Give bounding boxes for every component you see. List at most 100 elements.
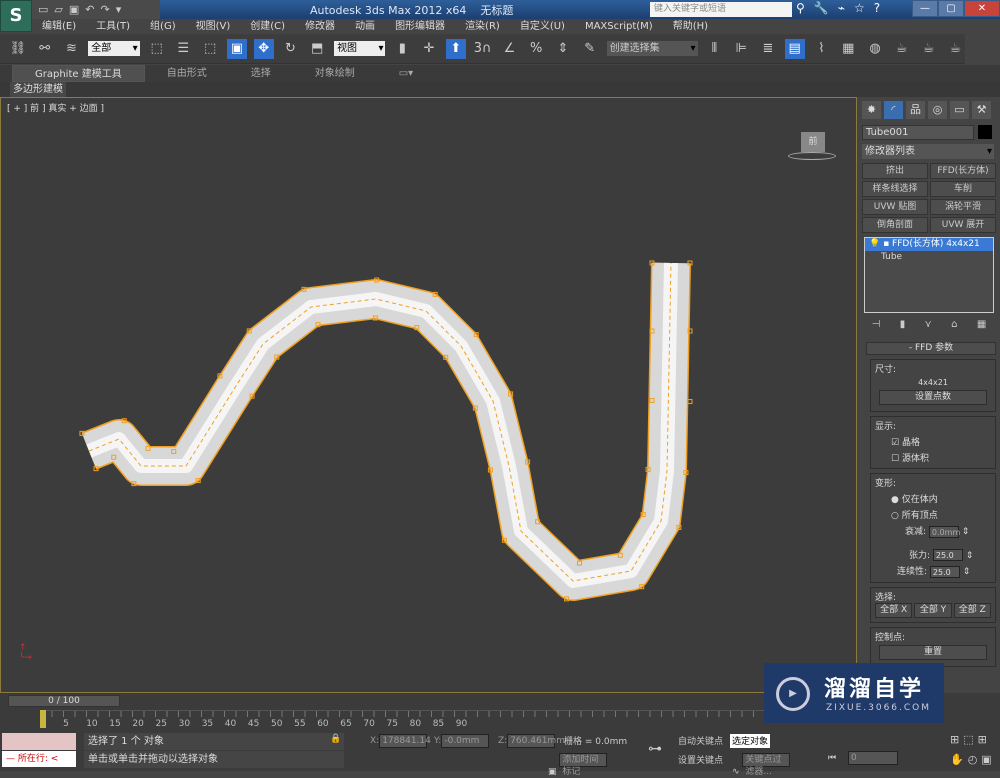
tension-spinner[interactable]: 25.0 [932,549,963,561]
schematic-view-icon[interactable]: ▦ [838,39,858,59]
select-object-icon[interactable]: ⬚ [147,39,167,59]
keyboard-shortcut-icon[interactable]: ⬆ [446,38,466,59]
menu-item[interactable]: 动画 [345,19,385,34]
redo-icon[interactable]: ↷ [101,3,110,16]
maximize-button[interactable]: ▢ [938,0,964,17]
mod-button[interactable]: 车削 [930,181,996,197]
mirror-icon[interactable]: ⫴ [705,39,725,59]
front-viewport[interactable]: [ + ] 前 ] 真实 + 边面 ] 前 ↑ └→ [0,97,857,693]
scene-explorer-icon[interactable]: ▤ [784,38,805,59]
selection-filter-dropdown[interactable]: 全部 [88,41,140,56]
render-icon[interactable]: ☕ [945,39,965,59]
window-crossing-icon[interactable]: ▣ [227,38,247,59]
menu-item[interactable]: 组(G) [140,19,186,34]
unlink-icon[interactable]: ⚯ [35,39,55,59]
layer-icon[interactable]: ≣ [758,39,778,59]
source-volume-checkbox[interactable]: ☐ 源体积 [875,451,991,464]
object-color-swatch[interactable] [978,125,992,139]
menu-item[interactable]: 自定义(U) [510,19,575,34]
satellite-icon[interactable]: ⌁ [838,1,845,15]
dropdown-icon[interactable]: ▾ [116,3,122,16]
menu-item[interactable]: 创建(C) [240,19,295,34]
percent-snap-icon[interactable]: % [526,39,546,59]
mod-button[interactable]: 涡轮平滑 [930,199,996,215]
stack-item-ffd[interactable]: 💡 ▪ FFD(长方体) 4x4x21 [865,238,993,251]
snap-icon[interactable]: 3∩ [473,39,493,59]
utilities-tab-icon[interactable]: ⚒ [972,101,991,119]
menu-item[interactable]: MAXScript(M) [575,19,663,34]
all-vertices-radio[interactable]: ○ 所有顶点 [875,508,991,521]
modify-tab-icon[interactable]: ◜ [884,101,903,119]
remove-modifier-icon[interactable]: ⌂ [951,319,957,330]
reset-button[interactable]: 重置 [879,644,987,660]
x-coord-field[interactable]: 178841.14 [379,734,431,748]
star-icon[interactable]: ☆ [854,1,865,15]
ribbon-tab-graphite[interactable]: Graphite 建模工具 [12,65,145,82]
time-slider[interactable]: 0 / 100 [8,695,120,707]
menu-item[interactable]: 视图(V) [186,19,241,34]
lock-icon[interactable]: 🔒 [330,734,341,744]
set-points-button[interactable]: 设置点数 [879,390,987,405]
ribbon-tab-object-paint[interactable]: 对象绘制 [293,65,377,82]
mod-button[interactable]: 挤出 [862,163,928,179]
mod-button[interactable]: FFD(长方体) [930,163,996,179]
configure-sets-icon[interactable]: ▦ [977,319,986,330]
key-icon[interactable]: ⊶ [648,741,662,757]
time-cursor[interactable] [40,710,46,728]
help-icon[interactable]: ? [874,1,880,15]
curve-editor-icon[interactable]: ⌇ [812,39,832,59]
hierarchy-tab-icon[interactable]: 品 [906,101,925,119]
y-coord-field[interactable]: -0.0mm [441,734,490,748]
bind-space-warp-icon[interactable]: ≋ [62,39,82,59]
z-coord-field[interactable]: 760.461mm [507,734,565,748]
menu-item[interactable]: 编辑(E) [32,19,86,34]
wrench-icon[interactable]: 🔧 [814,1,829,15]
angle-snap-icon[interactable]: ∠ [500,39,520,59]
menu-item[interactable]: 帮助(H) [663,19,718,34]
mod-button[interactable]: UVW 贴图 [862,199,928,215]
continuity-spinner[interactable]: 25.0 [929,565,960,578]
spinner-snap-icon[interactable]: ⇕ [553,39,573,59]
add-time-tag[interactable]: ▣ 添加时间标记 [548,753,608,777]
only-inside-radio[interactable]: ● 仅在体内 [875,492,991,505]
select-all-y-button[interactable]: 全部 Y [914,602,952,618]
auto-key-button[interactable]: 自动关键点 [678,734,723,747]
manipulate-icon[interactable]: ✛ [419,39,439,59]
maxscript-line[interactable]: — 所在行: < [2,751,76,767]
lattice-control-point[interactable] [687,399,693,405]
select-all-x-button[interactable]: 全部 X [875,602,913,618]
binoculars-icon[interactable]: ⚲ [796,1,805,15]
close-button[interactable]: ✕ [964,0,1000,17]
material-editor-icon[interactable]: ◍ [865,39,885,59]
poly-modeling-tab[interactable]: 多边形建模 [10,82,66,97]
ribbon-options-icon[interactable]: ▭▾ [377,65,435,82]
mod-button[interactable]: UVW 展开 [930,217,996,233]
mod-button[interactable]: 样条线选择 [862,181,928,197]
rotate-icon[interactable]: ↻ [281,39,301,59]
maxscript-listener[interactable] [2,733,76,750]
menu-item[interactable]: 工具(T) [86,19,140,34]
zoom-extents-icon[interactable]: ⊞⬚⊞ [950,733,991,746]
named-selection-dropdown[interactable]: 创建选择集 [606,41,698,56]
select-by-name-icon[interactable]: ☰ [173,39,193,59]
falloff-spinner[interactable]: 0.0mm [928,525,960,538]
stack-item-tube[interactable]: Tube [865,251,993,264]
key-filters-button[interactable]: ∿ 关键点过滤器... [732,753,791,777]
tube-object[interactable] [1,98,858,694]
show-end-result-icon[interactable]: ▮ [900,319,906,330]
key-mode-dropdown[interactable]: 选定对象 [730,734,770,748]
app-logo[interactable]: S [0,0,32,32]
link-icon[interactable]: ⛓ [8,39,28,59]
motion-tab-icon[interactable]: ◎ [928,101,947,119]
undo-icon[interactable]: ↶ [85,3,94,16]
ribbon-tab-selection[interactable]: 选择 [229,65,293,82]
lattice-checkbox[interactable]: ☑ 晶格 [875,435,991,448]
scale-icon[interactable]: ⬒ [307,39,327,59]
menu-item[interactable]: 图形编辑器 [385,19,455,34]
align-icon[interactable]: ⊫ [731,39,751,59]
edit-named-sel-icon[interactable]: ✎ [580,39,600,59]
new-icon[interactable]: ▭ [38,3,48,16]
pin-stack-icon[interactable]: ⊣ [872,319,881,330]
menu-item[interactable]: 修改器 [295,19,345,34]
create-tab-icon[interactable]: ✸ [862,101,881,119]
